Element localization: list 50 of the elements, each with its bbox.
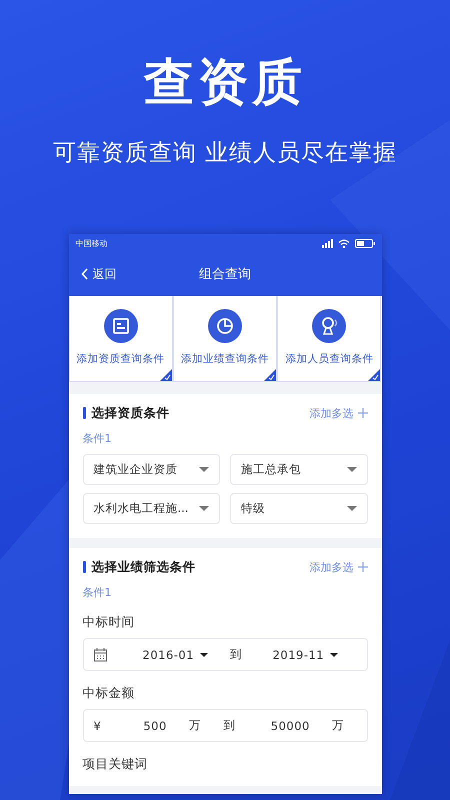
chevron-left-icon [80,268,88,280]
calendar-icon [94,648,106,662]
start-date-dropdown[interactable]: 2016-01 [142,648,208,662]
dropdown[interactable]: 施工总承包 [230,454,368,485]
section-marker [82,561,86,573]
dropdown-caret-icon [330,652,338,656]
screen-title: 组合查询 [199,266,251,283]
signal-icon [322,238,332,248]
subtitle: 可靠资质查询 业绩人员尽在掌握 [52,139,398,168]
range-separator: 到 [230,647,243,662]
dropdown-caret-icon [346,506,356,511]
battery-icon [354,238,374,248]
check-corner-icon [264,369,276,381]
section-marker [82,407,86,419]
plus-icon [358,408,368,418]
dropdown-caret-icon [200,652,208,656]
dropdown[interactable]: 水利水电工程施... [82,493,220,524]
pie-chart-icon [208,309,242,343]
field-label: 中标时间 [82,614,136,630]
field-label: 中标金额 [82,685,136,701]
plus-icon [358,562,368,572]
condition-label: 条件1 [82,432,112,446]
dropdown-caret-icon [346,467,356,472]
min-amount: 500 [143,718,167,732]
amount-range-field[interactable]: ¥ 500 万 到 50000 万 [82,709,368,742]
carrier-name: 中国移动 [76,238,108,248]
back-button[interactable]: 返回 [80,266,116,282]
unit-label: 万 [188,718,202,733]
document-icon [104,309,138,343]
person-icon [312,309,346,343]
query-card[interactable]: 添加人员查询条件 [277,296,382,382]
dropdown-caret-icon [199,467,209,472]
check-corner-icon [160,369,172,381]
dropdown[interactable]: 建筑业企业资质 [82,454,220,485]
currency-symbol: ¥ [94,718,102,732]
range-separator: 到 [223,718,236,733]
section-title: 选择业绩筛选条件 [92,558,196,576]
dropdown-caret-icon [199,506,209,511]
wifi-icon [338,238,350,248]
condition-label: 条件1 [82,586,112,600]
max-amount: 50000 [270,718,310,732]
query-card[interactable]: 添加资质查询条件 [68,296,173,382]
section-title: 选择资质条件 [92,404,170,422]
field-label: 项目关键词 [82,756,148,772]
dropdown[interactable]: 特级 [230,493,368,524]
date-range-field[interactable]: 2016-01 到 2019-11 [82,638,368,671]
query-card[interactable]: 添加业绩查询条件 [172,296,278,382]
headline: 查资质 [144,52,306,112]
unit-label: 万 [332,718,344,733]
end-date-dropdown[interactable]: 2019-11 [272,648,338,662]
